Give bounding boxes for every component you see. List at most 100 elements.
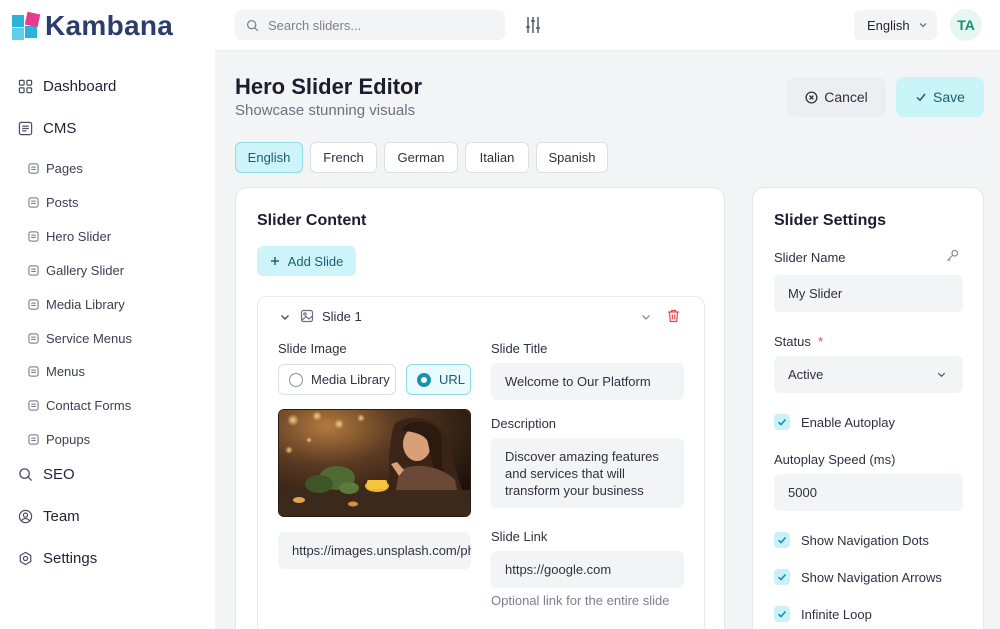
sidebar-item-menus[interactable]: Menus	[28, 364, 85, 379]
sidebar-item-seo[interactable]: SEO	[18, 466, 75, 483]
status-select[interactable]: Active	[774, 356, 963, 393]
sidebar-item-label: Dashboard	[43, 78, 117, 95]
topbar: English TA	[215, 0, 1000, 51]
sidebar-item-label: Hero Slider	[46, 229, 112, 244]
slide-name: Slide 1	[322, 309, 362, 324]
dashboard-icon	[18, 79, 33, 94]
document-icon	[28, 333, 39, 344]
filter-button[interactable]	[524, 15, 542, 35]
sidebar-item-service-menus[interactable]: Service Menus	[28, 331, 132, 346]
add-slide-label: Add Slide	[287, 253, 344, 269]
trash-icon[interactable]	[667, 309, 680, 323]
sidebar-item-label: CMS	[43, 120, 77, 137]
sliders-icon	[526, 17, 540, 33]
slide-image-label: Slide Image	[278, 341, 347, 356]
show-navigation-dots-checkbox[interactable]: Show Navigation Dots	[774, 532, 929, 548]
sidebar-item-label: Posts	[46, 195, 79, 210]
sidebar-item-label: Media Library	[46, 297, 125, 312]
autoplay-speed-field[interactable]: 5000	[774, 474, 963, 511]
required-mark: *	[818, 334, 824, 349]
avatar[interactable]: TA	[950, 9, 982, 41]
search-icon	[246, 19, 259, 31]
sidebar-item-label: Popups	[46, 432, 91, 447]
save-button-label: Save	[933, 89, 965, 105]
sidebar-item-label: Settings	[43, 550, 98, 567]
status-select-value: Active	[788, 367, 824, 382]
image-url-field[interactable]: https://images.unsplash.com/photo	[278, 532, 471, 569]
checkbox-label: Show Navigation Dots	[801, 532, 929, 548]
description-label: Description	[491, 416, 557, 431]
document-icon	[28, 197, 39, 208]
check-icon	[916, 93, 926, 102]
chevron-down-icon[interactable]	[640, 311, 652, 323]
close-circle-icon	[805, 90, 818, 104]
slider-name-label: Slider Name	[774, 250, 846, 265]
sidebar-item-posts[interactable]: Posts	[28, 195, 79, 210]
slider-settings-card: Slider Settings Slider Name My Slider St…	[752, 187, 984, 629]
page-subtitle: Showcase stunning visuals	[235, 102, 416, 119]
slide-link-label: Slide Link	[491, 529, 548, 544]
source-url-option[interactable]: URL	[406, 364, 471, 395]
description-textarea[interactable]: Discover amazing features and services t…	[491, 438, 684, 508]
search-input[interactable]	[268, 17, 488, 33]
infinite-loop-checkbox[interactable]: Infinite Loop	[774, 606, 872, 622]
document-icon	[28, 434, 39, 445]
tab-italian[interactable]: Italian	[465, 142, 529, 173]
slide-link-field[interactable]: https://google.com	[491, 551, 684, 588]
document-icon	[28, 299, 39, 310]
slide-title-field[interactable]: Welcome to Our Platform	[491, 363, 684, 400]
cancel-button[interactable]: Cancel	[787, 77, 886, 117]
cafe-photo-image	[279, 410, 470, 516]
checkbox-label: Show Navigation Arrows	[801, 569, 942, 585]
sidebar-item-label: Menus	[46, 364, 86, 379]
save-button[interactable]: Save	[896, 77, 984, 117]
document-icon	[28, 400, 39, 411]
brand-logo[interactable]: Kambana	[12, 10, 174, 41]
language-select[interactable]: English	[854, 10, 937, 40]
sidebar-item-label: SEO	[43, 466, 75, 483]
sidebar-item-popups[interactable]: Popups	[28, 432, 90, 447]
sidebar-item-label: Contact Forms	[46, 398, 132, 413]
radio-checked-icon	[417, 372, 431, 387]
tab-french[interactable]: French	[310, 142, 377, 173]
sidebar-item-media-library[interactable]: Media Library	[28, 297, 125, 312]
status-label: Status *	[774, 334, 823, 349]
radio-unchecked-icon	[289, 372, 303, 387]
chevron-down-icon	[937, 372, 946, 378]
slide-image-preview	[278, 409, 471, 517]
sidebar-item-pages[interactable]: Pages	[28, 161, 83, 176]
sidebar-item-hero-slider[interactable]: Hero Slider	[28, 229, 111, 244]
tab-spanish[interactable]: Spanish	[536, 142, 608, 173]
logo-mark-icon	[12, 11, 41, 40]
add-slide-button[interactable]: Add Slide	[257, 246, 356, 276]
slider-content-card: Slider Content Add Slide Slide 1 Slide I…	[235, 187, 725, 629]
autoplay-speed-label: Autoplay Speed (ms)	[774, 452, 896, 467]
user-circle-icon	[18, 509, 33, 524]
sidebar-item-cms[interactable]: CMS	[18, 120, 76, 137]
tab-english[interactable]: English	[235, 142, 303, 173]
source-media-library-option[interactable]: Media Library	[278, 364, 396, 395]
chevron-down-icon	[919, 23, 927, 28]
show-navigation-arrows-checkbox[interactable]: Show Navigation Arrows	[774, 569, 942, 585]
sidebar-item-dashboard[interactable]: Dashboard	[18, 78, 116, 95]
sidebar-item-contact-forms[interactable]: Contact Forms	[28, 398, 131, 413]
sidebar-item-settings[interactable]: Settings	[18, 550, 97, 567]
document-icon	[28, 366, 39, 377]
brand-name: Kambana	[45, 10, 174, 41]
option-label: Media Library	[311, 372, 390, 387]
chevron-down-icon[interactable]	[279, 311, 291, 323]
sidebar-item-label: Gallery Slider	[46, 263, 125, 278]
cms-icon	[18, 121, 33, 136]
document-icon	[28, 163, 39, 174]
tab-german[interactable]: German	[384, 142, 458, 173]
key-icon	[946, 249, 959, 262]
slider-name-field[interactable]: My Slider	[774, 275, 963, 312]
sidebar-item-gallery-slider[interactable]: Gallery Slider	[28, 263, 124, 278]
checkbox-checked-icon	[774, 532, 790, 548]
enable-autoplay-checkbox[interactable]: Enable Autoplay	[774, 414, 895, 430]
image-icon	[300, 309, 314, 323]
slide-title-label: Slide Title	[491, 341, 548, 356]
sidebar-item-team[interactable]: Team	[18, 508, 80, 525]
status-label-text: Status	[774, 334, 811, 349]
search-box[interactable]	[235, 10, 505, 40]
